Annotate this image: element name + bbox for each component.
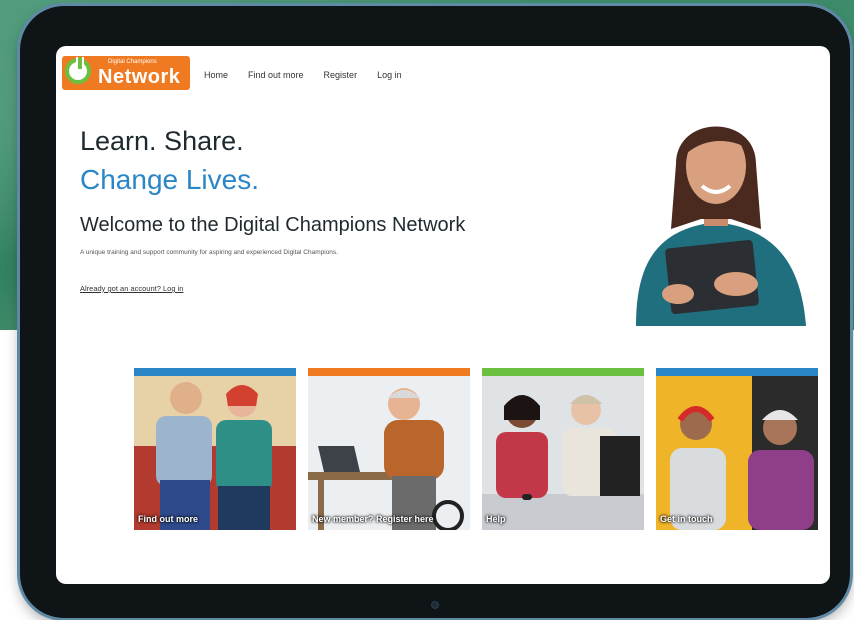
website-screen: Digital Champions Network Home Find out … [56, 46, 830, 584]
women-at-computer-photo [482, 376, 644, 530]
login-link[interactable]: Already got an account? Log in [80, 284, 183, 293]
hero-subtitle: A unique training and support community … [80, 249, 338, 256]
logo-name: Network [98, 66, 181, 88]
tablet-frame: Digital Champions Network Home Find out … [20, 6, 850, 618]
card-label: Find out more [138, 514, 198, 524]
hero-headline-1: Learn. Share. [80, 126, 244, 156]
nav-register[interactable]: Register [324, 70, 358, 80]
logo-tagline: Digital Champions [108, 59, 157, 65]
card-label: Get in touch [660, 514, 713, 524]
power-icon [65, 57, 91, 84]
welcome-heading: Welcome to the Digital Champions Network [80, 214, 466, 236]
card-accent-bar [656, 368, 818, 376]
nav-log-in[interactable]: Log in [377, 70, 402, 80]
card-accent-bar [134, 368, 296, 376]
couple-with-phone-photo [134, 376, 296, 530]
card-accent-bar [308, 368, 470, 376]
man-at-laptop-photo [308, 376, 470, 530]
woman-with-tablet-image [636, 126, 806, 326]
nav-home[interactable]: Home [204, 70, 228, 80]
site-logo[interactable]: Digital Champions Network [62, 56, 190, 90]
card-register[interactable]: New member? Register here [308, 368, 470, 530]
main-nav: Home Find out more Register Log in [204, 70, 422, 80]
card-label: New member? Register here [312, 514, 434, 524]
nav-find-out-more[interactable]: Find out more [248, 70, 304, 80]
card-find-out-more[interactable]: Find out more [134, 368, 296, 530]
card-accent-bar [482, 368, 644, 376]
women-with-headphones-photo [656, 376, 818, 530]
hero-headline-2: Change Lives. [80, 164, 260, 195]
card-label: Help [486, 514, 506, 524]
card-get-in-touch[interactable]: Get in touch [656, 368, 818, 530]
camera-icon [432, 602, 438, 608]
card-help[interactable]: Help [482, 368, 644, 530]
